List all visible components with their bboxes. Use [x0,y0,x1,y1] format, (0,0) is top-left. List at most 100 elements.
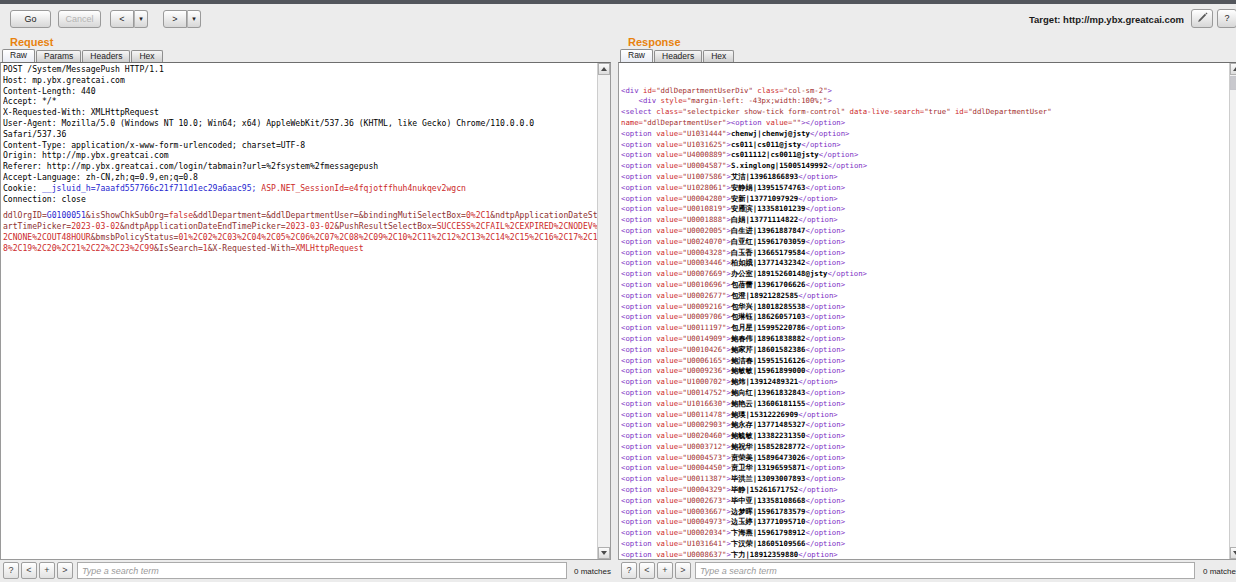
request-tabs: RawParamsHeadersHex [2,49,164,62]
request-search-input[interactable] [77,562,567,579]
code-line: <option value="U0004573">贲荣美|15896473026… [621,453,1229,464]
search-help-button[interactable]: ? [3,562,19,579]
code-line: <option value="U0004329">毕静|15261671752<… [621,485,1229,496]
scroll-up-button[interactable] [598,63,610,75]
target-url: http://mp.ybx.greatcai.com [1063,14,1184,25]
burp-repeater-window: { "toolbar": { "go": "Go", "cancel": "Ca… [0,0,1236,582]
go-button[interactable]: Go [10,10,51,28]
code-line: artTimePicker=2023-03-02&ndtpApplication… [3,221,597,232]
tab-request-hex[interactable]: Hex [131,50,162,62]
edit-target-button[interactable] [1191,9,1213,28]
history-back-dropdown[interactable]: ▾ [134,10,148,28]
code-line: <option value="U0001888">白娟|13771114822<… [621,215,1229,226]
search-prev-button[interactable]: < [639,562,655,579]
tab-response-hex[interactable]: Hex [703,50,734,62]
tab-response-headers[interactable]: Headers [654,50,702,62]
code-line: <option value="U1028061">安静娟|13951574763… [621,183,1229,194]
request-scrollbar[interactable] [597,63,610,559]
cancel-button[interactable]: Cancel [58,10,101,28]
tab-response-raw[interactable]: Raw [620,49,653,62]
code-line: <option value="U0009216">包华兴|18018285538… [621,302,1229,313]
code-line: <option value="U1000702">鲍炜|13912489321<… [621,377,1229,388]
code-line: <option value="U0004280">安新|13771097929<… [621,194,1229,205]
code-line: Safari/537.36 [3,129,597,140]
code-line: Connection: close [3,194,597,205]
target-host: Target: http://mp.ybx.greatcai.com [1029,14,1184,25]
response-raw-text[interactable]: <div id="ddlDepartmentUserDiv" class="co… [621,64,1229,559]
history-back-split-button: < ▾ [110,10,148,28]
code-line: <option value="U0002673">毕中亚|13358108668… [621,496,1229,507]
code-line: <option value="U0010426">鲍家芹|18601582386… [621,345,1229,356]
response-scrollbar[interactable] [1229,63,1236,559]
tab-request-headers[interactable]: Headers [82,50,130,62]
search-next-button[interactable]: > [57,562,73,579]
response-search-input[interactable] [695,562,1195,579]
request-search-bar: ? < + > 0 matches [0,562,612,580]
code-line: <option value="U0011387">毕洪兰|13093007893… [621,474,1229,485]
code-line: <option value="U0014752">鲍向红|13961832843… [621,388,1229,399]
response-editor[interactable]: <div id="ddlDepartmentUserDiv" class="co… [618,62,1236,560]
request-editor[interactable]: POST /System/MessagePush HTTP/1.1Host: m… [0,62,611,560]
code-line: <option value="U0009706">包琳钰|18626057103… [621,312,1229,323]
code-line: <option value="U0008637">卞力|18912359880<… [621,550,1229,559]
scroll-down-button[interactable] [1230,547,1236,559]
code-line: <option value="U0014909">鲍春伟|18961838882… [621,334,1229,345]
code-line: <option value="U1031625">cs011|cs011@jst… [621,140,1229,151]
window-top-strip [0,0,1236,4]
code-line: <option value="U1031641">卞汉荣|18605109566… [621,539,1229,550]
code-line: POST /System/MessagePush HTTP/1.1 [3,64,597,75]
code-line: <option value="U0002677">包澄|18921282585<… [621,291,1229,302]
code-line: 8%2C19%2C20%2C21%2C22%2C23%2C99&IsSearch… [3,243,597,254]
search-add-button[interactable]: + [39,562,55,579]
code-line [621,64,1229,75]
code-line: X-Requested-With: XMLHttpRequest [3,107,597,118]
tab-request-params[interactable]: Params [36,50,81,62]
scroll-down-button[interactable] [598,547,610,559]
code-line: Accept: */* [3,96,597,107]
code-line: <option value="U0004973">边玉婷|13771095710… [621,517,1229,528]
code-line: Host: mp.ybx.greatcai.com [3,75,597,86]
search-prev-button[interactable]: < [21,562,37,579]
response-search-bar: ? < + > 0 matches [618,562,1236,580]
search-next-button[interactable]: > [675,562,691,579]
code-line: <option value="U0007669">办公室|18915260148… [621,269,1229,280]
code-line: ddlOrgID=G0100051&isShowChkSubOrg=false&… [3,210,597,221]
code-line: <option value="U0010696">包蓓蕾|13961706626… [621,280,1229,291]
help-button[interactable]: ? [1217,9,1236,28]
code-line: <option value="U1031444">chenwj|chenwj@j… [621,129,1229,140]
code-line: Referer: http://mp.ybx.greatcai.com/logi… [3,161,597,172]
code-line: Accept-Language: zh-CN,zh;q=0.9,en;q=0.8 [3,172,597,183]
code-line: Content-Length: 440 [3,86,597,97]
history-back-button[interactable]: < [110,10,134,28]
code-line: <option value="U0010819">安雁滨|13358101239… [621,204,1229,215]
code-line: <option value="U1016630">鲍艳云|13606181155… [621,399,1229,410]
code-line: <option value="U1007586">艾洁|13961866893<… [621,172,1229,183]
code-line: <div id="ddlDepartmentUserDiv" class="co… [621,86,1229,97]
response-search-matches: 0 matches [1203,567,1236,576]
code-line: Content-Type: application/x-www-form-url… [3,140,597,151]
history-forward-split-button: > ▾ [163,10,201,28]
code-line: <option value="U0002903">鲍永存|13771485327… [621,420,1229,431]
request-search-matches: 0 matches [574,567,608,576]
code-line: <option value="U0009236">鲍敏敏|15961899000… [621,366,1229,377]
response-panel-title: Response [628,36,681,48]
history-forward-button[interactable]: > [163,10,187,28]
code-line: <div style="margin-left: -43px;width:100… [621,96,1229,107]
code-line: <option value="U0003667">边梦晖|15961783579… [621,507,1229,518]
arrow-up-icon [601,67,607,71]
code-line: <option value="U0020460">鲍毓敏|13382231350… [621,431,1229,442]
tab-request-raw[interactable]: Raw [2,49,35,62]
code-line: <option value="U0002034">卞海燕|15961798912… [621,528,1229,539]
history-forward-dropdown[interactable]: ▾ [187,10,201,28]
scrollbar-thumb[interactable] [1230,76,1236,90]
request-raw-text[interactable]: POST /System/MessagePush HTTP/1.1Host: m… [3,64,597,559]
code-line: <option value="U0024070">白亚红|15961703059… [621,237,1229,248]
code-line: <option value="U0011197">包月星|15995220786… [621,323,1229,334]
search-add-button[interactable]: + [657,562,673,579]
code-line: <option value="U0003446">柏如娥|13771432342… [621,258,1229,269]
arrow-down-icon [601,551,607,555]
code-line: name="ddlDepartmentUser"><option value="… [621,118,1229,129]
code-line: <option value="U0004587">S.xinglong|1500… [621,161,1229,172]
search-help-button[interactable]: ? [621,562,637,579]
scroll-up-button[interactable] [1230,63,1236,75]
